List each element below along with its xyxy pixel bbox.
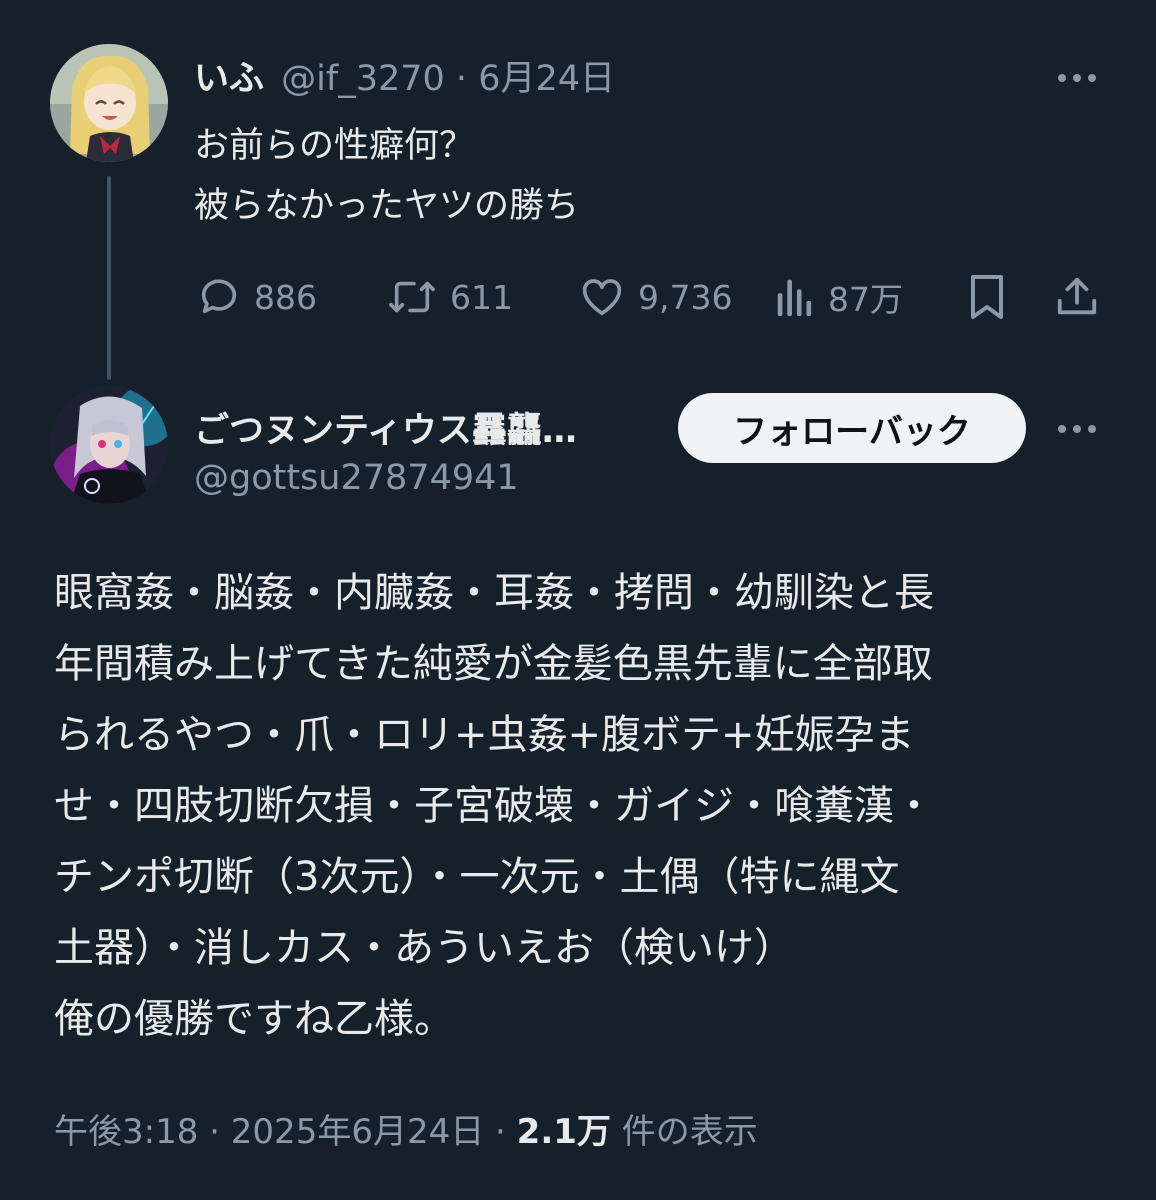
tweet2-line: せ・四肢切断欠損・子宮破壊・ガイジ・喰糞漢・ — [54, 783, 934, 829]
tweet1-separator: · — [455, 59, 468, 99]
tweet2-separator: · — [495, 1112, 506, 1152]
like-button[interactable]: 9,736 — [578, 272, 732, 322]
reply-count: 886 — [254, 277, 317, 317]
reply-icon — [196, 274, 242, 320]
tweet2-line: 眼窩姦・脳姦・内臓姦・耳姦・拷問・幼馴染と長 — [54, 570, 934, 616]
tweet1-date[interactable]: 6月24日 — [478, 59, 615, 99]
tweet2-view-label: 件の表示 — [621, 1112, 758, 1152]
tweet2-line: 年間積み上げてきた純愛が金髪色黒先輩に全部取 — [54, 641, 933, 687]
tweet2-line: られるやつ・爪・ロリ+虫姦+腹ボテ+妊娠孕ま — [54, 712, 915, 758]
bookmark-icon — [966, 273, 1008, 321]
follow-back-button[interactable]: フォローバック — [678, 393, 1026, 463]
views-icon — [774, 274, 816, 320]
tweet2-meta: 午後3:18 · 2025年6月24日 · 2.1万 件の表示 — [54, 1104, 758, 1153]
thread-connector-line — [107, 176, 111, 380]
like-count: 9,736 — [638, 277, 733, 317]
tweet1-display-name[interactable]: いふ — [194, 59, 264, 99]
tweet2-time[interactable]: 午後3:18 — [54, 1112, 198, 1152]
retweet-button[interactable]: 611 — [386, 272, 513, 322]
tweet1-handle[interactable]: @if_3270 — [281, 59, 445, 99]
tweet1-line: 被らなかったヤツの勝ち — [194, 186, 580, 226]
tweet1-more-icon[interactable] — [1058, 74, 1096, 82]
tweet2-line: 土器）・消しカス・あういえお（検いけ） — [54, 925, 794, 971]
bookmark-button[interactable] — [966, 272, 1008, 322]
tweet2-display-name[interactable]: ごつヌンティウス䨺龘… — [194, 402, 577, 453]
tweet1-line: お前らの性癖何？ — [194, 126, 475, 166]
heart-icon — [578, 274, 626, 320]
retweet-count: 611 — [450, 277, 513, 317]
share-button[interactable] — [1054, 272, 1100, 322]
share-icon — [1054, 273, 1100, 321]
tweet2-separator: · — [209, 1112, 220, 1152]
views-button[interactable]: 87万 — [774, 272, 903, 322]
tweet2-date[interactable]: 2025年6月24日 — [231, 1112, 484, 1152]
views-count: 87万 — [828, 280, 903, 319]
avatar-gottsu[interactable] — [50, 386, 168, 504]
retweet-icon — [386, 274, 438, 320]
avatar-ifu[interactable] — [50, 44, 168, 162]
tweet2-handle[interactable]: @gottsu27874941 — [194, 458, 519, 498]
tweet2-more-icon[interactable] — [1058, 425, 1096, 433]
tweet2-text: 眼窩姦・脳姦・内臓姦・耳姦・拷問・幼馴染と長 年間積み上げてきた純愛が金髪色黒先… — [54, 558, 1124, 1055]
tweet2-view-count: 2.1万 — [516, 1112, 611, 1152]
tweet1-header: いふ @if_3270 · 6月24日 — [194, 50, 615, 101]
tweet2-line: 俺の優勝ですね乙様。 — [54, 996, 454, 1042]
tweet2-line: チンポ切断（3次元）・一次元・土偶（特に縄文 — [54, 854, 900, 900]
reply-button[interactable]: 886 — [196, 272, 317, 322]
tweet1-text: お前らの性癖何？ 被らなかったヤツの勝ち — [194, 116, 579, 236]
